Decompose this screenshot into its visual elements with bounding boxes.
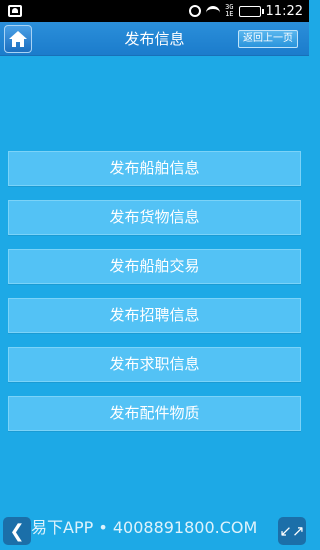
notification-icon — [8, 5, 22, 17]
home-button[interactable] — [4, 25, 32, 53]
publish-ship-info-button[interactable]: 发布船舶信息 — [8, 151, 301, 186]
watermark: 易下APP • 4008891800.COM — [31, 518, 258, 537]
publish-cargo-info-button[interactable]: 发布货物信息 — [8, 200, 301, 235]
publish-recruitment-button[interactable]: 发布招聘信息 — [8, 298, 301, 333]
publish-parts-supplies-button[interactable]: 发布配件物质 — [8, 396, 301, 431]
battery-icon — [238, 5, 264, 17]
signal-icon: 3G 1E — [225, 3, 234, 18]
home-icon — [9, 31, 27, 47]
wifi-icon — [206, 6, 221, 16]
alarm-icon — [189, 5, 202, 17]
back-nav-button[interactable]: ❮ — [3, 517, 31, 545]
back-button[interactable]: 返回上一页 — [238, 30, 298, 48]
publish-ship-trade-button[interactable]: 发布船舶交易 — [8, 249, 301, 284]
chevron-left-icon: ❮ — [9, 520, 25, 542]
publish-job-seeking-button[interactable]: 发布求职信息 — [8, 347, 301, 382]
publish-menu: 发布船舶信息 发布货物信息 发布船舶交易 发布招聘信息 发布求职信息 发布配件物… — [8, 151, 301, 445]
app-header: 发布信息 返回上一页 — [0, 22, 309, 56]
collapse-arrows-icon: ↙↗ — [279, 522, 305, 540]
clock: 11:22 — [265, 3, 303, 19]
collapse-button[interactable]: ↙↗ — [278, 517, 306, 545]
status-bar: 3G 1E 11:22 — [0, 0, 309, 22]
